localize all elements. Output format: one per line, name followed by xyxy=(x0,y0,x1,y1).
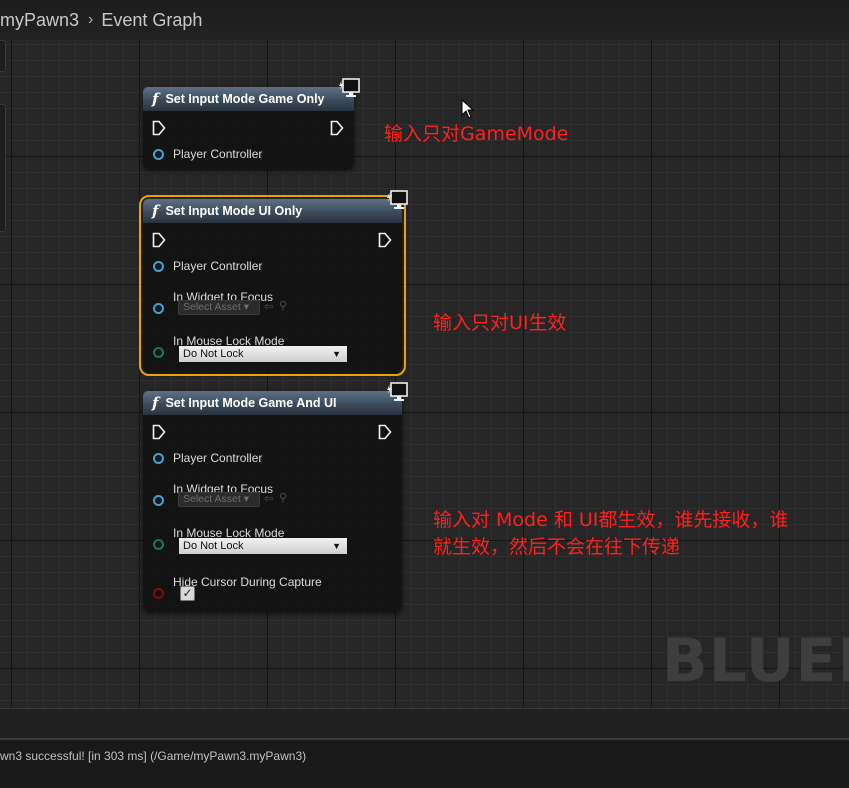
node-title: Set Input Mode Game And UI xyxy=(165,396,337,410)
annotation-game-and-ui-line2: 就生效，然后不会在往下传递 xyxy=(433,536,681,558)
breadcrumb: myPawn3 › Event Graph xyxy=(0,0,849,40)
compile-status-message: wn3 successful! [in 303 ms] (/Game/myPaw… xyxy=(0,749,307,763)
node-header[interactable]: f Set Input Mode Game Only xyxy=(143,87,354,111)
node-set-input-mode-game-only[interactable]: f Set Input Mode Game Only Player Contro… xyxy=(143,78,360,169)
annotation-ui-only: 输入只对UI生效 xyxy=(433,312,567,334)
exec-out-pin-icon[interactable] xyxy=(378,424,392,440)
mouse-lock-mode-dropdown[interactable]: Do Not Lock ▼ xyxy=(178,345,348,363)
function-icon: f xyxy=(152,394,159,412)
dropdown-value: Do Not Lock xyxy=(183,348,244,360)
browse-search-icon[interactable]: ⚲ xyxy=(279,299,287,312)
object-pin-icon[interactable] xyxy=(153,303,164,314)
graph-bottom-strip xyxy=(0,708,849,738)
object-pin-icon[interactable] xyxy=(153,148,164,160)
exec-in-pin-icon[interactable] xyxy=(152,232,166,248)
enum-pin-icon[interactable] xyxy=(153,539,164,550)
pin-label: Player Controller xyxy=(173,259,263,273)
node-header[interactable]: f Set Input Mode Game And UI xyxy=(143,391,402,415)
mouse-cursor-icon xyxy=(461,99,475,119)
use-selected-arrow-icon[interactable]: ⇦ xyxy=(264,492,273,505)
exec-pins xyxy=(143,120,354,136)
network-monitor-icon xyxy=(339,78,360,97)
network-monitor-icon xyxy=(387,190,408,209)
node-header[interactable]: f Set Input Mode UI Only xyxy=(143,199,402,223)
chevron-down-icon: ▼ xyxy=(332,349,341,359)
function-icon: f xyxy=(152,202,159,220)
network-monitor-icon xyxy=(387,382,408,401)
node-title: Set Input Mode Game Only xyxy=(165,92,325,106)
pin-player-controller[interactable]: Player Controller xyxy=(143,147,262,161)
blueprint-graph-canvas[interactable]: myPawn3 › Event Graph f Set Input Mode G… xyxy=(0,0,849,708)
pin-label: Player Controller xyxy=(173,147,263,161)
select-asset-label: Select Asset xyxy=(183,301,241,313)
select-asset-label: Select Asset xyxy=(183,493,241,505)
exec-pins xyxy=(143,424,402,440)
blueprint-watermark: BLUEPR xyxy=(662,626,849,696)
object-pin-icon[interactable] xyxy=(153,452,164,464)
function-icon: f xyxy=(152,90,159,108)
breadcrumb-item-graph[interactable]: Event Graph xyxy=(101,10,202,31)
select-asset-dropdown[interactable]: Select Asset ▾ xyxy=(178,300,260,315)
exec-out-pin-icon[interactable] xyxy=(330,120,344,136)
object-pin-icon[interactable] xyxy=(153,495,164,506)
breadcrumb-item-blueprint[interactable]: myPawn3 xyxy=(0,10,79,31)
pin-label: Hide Cursor During Capture xyxy=(173,574,322,589)
exec-in-pin-icon[interactable] xyxy=(152,424,166,440)
hide-cursor-checkbox[interactable]: ✓ xyxy=(180,586,195,601)
node-title: Set Input Mode UI Only xyxy=(165,204,303,218)
side-panel-tab[interactable] xyxy=(0,104,6,232)
exec-pins xyxy=(143,232,402,248)
select-asset-dropdown[interactable]: Select Asset ▾ xyxy=(178,492,260,507)
node-set-input-mode-game-and-ui[interactable]: f Set Input Mode Game And UI Player Cont… xyxy=(143,382,408,611)
pin-label: Player Controller xyxy=(173,451,263,465)
dropdown-value: Do Not Lock xyxy=(183,540,244,552)
exec-out-pin-icon[interactable] xyxy=(378,232,392,248)
pin-player-controller[interactable]: Player Controller xyxy=(143,259,262,273)
use-selected-arrow-icon[interactable]: ⇦ xyxy=(264,300,273,313)
pin-hide-cursor[interactable]: Hide Cursor During Capture xyxy=(143,570,322,599)
exec-in-pin-icon[interactable] xyxy=(152,120,166,136)
annotation-game-only: 输入只对GameMode xyxy=(384,123,569,145)
annotation-game-and-ui-line1: 输入对 Mode 和 UI都生效，谁先接收，谁 xyxy=(433,509,789,531)
object-pin-icon[interactable] xyxy=(153,260,164,272)
mouse-lock-mode-dropdown[interactable]: Do Not Lock ▼ xyxy=(178,537,348,555)
pin-player-controller[interactable]: Player Controller xyxy=(143,451,262,465)
side-panel-tab[interactable] xyxy=(0,40,6,72)
chevron-down-icon: ▼ xyxy=(332,541,341,551)
node-set-input-mode-ui-only[interactable]: f Set Input Mode UI Only Player Controll… xyxy=(139,190,408,376)
breadcrumb-separator-icon: › xyxy=(88,11,94,28)
browse-search-icon[interactable]: ⚲ xyxy=(279,491,287,504)
compiler-log-panel: wn3 successful! [in 303 ms] (/Game/myPaw… xyxy=(0,738,849,788)
bool-pin-icon[interactable] xyxy=(153,588,164,599)
enum-pin-icon[interactable] xyxy=(153,347,164,358)
